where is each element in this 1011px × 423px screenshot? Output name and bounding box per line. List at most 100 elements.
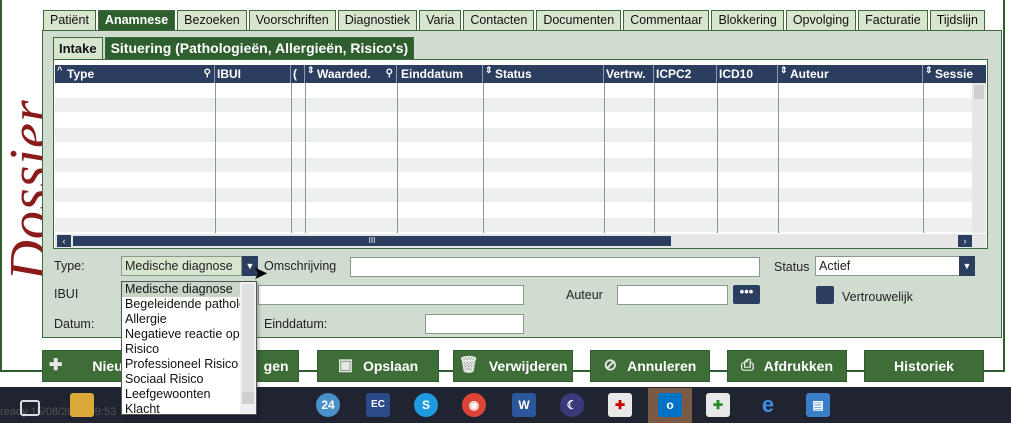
col-header-einddatum[interactable]: Einddatum: [397, 65, 483, 83]
col-label: Waarded.: [317, 67, 371, 81]
scroll-down-icon[interactable]: [242, 392, 254, 404]
tab-voorschriften[interactable]: Voorschriften: [248, 10, 336, 30]
subtab-situering[interactable]: Situering (Pathologieën, Allergieën, Ris…: [104, 37, 415, 59]
chevron-down-icon[interactable]: ▼: [959, 256, 975, 276]
einddatum-input[interactable]: [425, 314, 524, 334]
table-row[interactable]: [55, 218, 973, 233]
grid-vertical-scrollbar[interactable]: [972, 83, 986, 233]
search-icon[interactable]: ⚲: [386, 65, 393, 83]
skype-icon[interactable]: S: [414, 393, 438, 417]
table-row[interactable]: [55, 158, 973, 173]
tab-patient[interactable]: Patiënt: [43, 10, 96, 30]
medical-app-icon[interactable]: ✚: [608, 393, 632, 417]
col-header-waarded[interactable]: ⇕ Waarded. ⚲: [305, 65, 397, 83]
col-header-ibui[interactable]: IBUI: [215, 65, 291, 83]
tab-opvolging[interactable]: Opvolging: [785, 10, 857, 30]
dropdown-option[interactable]: Medische diagnose: [122, 282, 240, 297]
tab-varia[interactable]: Varia: [419, 10, 462, 30]
col-label: ICPC2: [656, 67, 692, 81]
dropdown-option[interactable]: Negatieve reactie op: [122, 327, 240, 342]
scroll-thumb[interactable]: [974, 85, 984, 99]
einddatum-label: Einddatum:: [264, 317, 328, 331]
table-row[interactable]: [55, 83, 973, 98]
status-select[interactable]: Actief: [815, 256, 960, 276]
tab-tijdslijn[interactable]: Tijdslijn: [929, 10, 985, 30]
chrome-icon[interactable]: ◉: [462, 393, 486, 417]
grid-body: [55, 83, 973, 233]
sort-up-icon: ^: [57, 65, 63, 75]
scroll-thumb[interactable]: III: [73, 236, 671, 246]
col-header-icpc2[interactable]: ICPC2: [654, 65, 717, 83]
table-row[interactable]: [55, 113, 973, 128]
task-view-icon[interactable]: [20, 400, 40, 416]
dropdown-scrollbar[interactable]: [240, 282, 256, 414]
annuleren-button[interactable]: ⊘ Annuleren: [590, 350, 710, 382]
tab-commentaar[interactable]: Commentaar: [623, 10, 710, 30]
subtab-intake[interactable]: Intake: [53, 37, 103, 59]
col-header-vertrw[interactable]: Vertrw.: [604, 65, 654, 83]
grid-horizontal-scrollbar[interactable]: ‹ III ›: [55, 234, 986, 248]
partial-button-label: gen: [263, 358, 289, 374]
dropdown-option[interactable]: Allergie: [122, 312, 240, 327]
contact-card-icon[interactable]: ▤: [806, 393, 830, 417]
col-header-type[interactable]: ^ Type ⚲: [55, 65, 215, 83]
column-divider: [717, 83, 718, 233]
grid-header: ^ Type ⚲ IBUI ( ⇕ Waarded. ⚲ Einddatum ⇕ Stat…: [55, 65, 986, 83]
col-header-sessie[interactable]: ⇕ Sessie: [923, 65, 986, 83]
omschrijving-input[interactable]: [350, 257, 760, 277]
calendar-icon[interactable]: 24: [316, 393, 340, 417]
dropdown-option[interactable]: Leefgewoonten: [122, 387, 240, 402]
historiek-button[interactable]: Historiek: [864, 350, 984, 382]
table-row[interactable]: [55, 173, 973, 188]
vertrouwelijk-label: Vertrouwelijk: [842, 290, 913, 304]
dropdown-option[interactable]: Begeleidende pathologie: [122, 297, 240, 312]
col-header-auteur[interactable]: ⇕ Auteur: [778, 65, 923, 83]
outlook-icon[interactable]: o: [658, 393, 682, 417]
table-row[interactable]: [55, 203, 973, 218]
search-icon[interactable]: ⚲: [204, 65, 211, 83]
tab-blokkering[interactable]: Blokkering: [711, 10, 784, 30]
dropdown-option[interactable]: Klacht: [122, 402, 240, 414]
column-divider: [305, 83, 306, 233]
table-row[interactable]: [55, 143, 973, 158]
tab-facturatie[interactable]: Facturatie: [858, 10, 928, 30]
column-divider: [483, 83, 484, 233]
col-header-extra[interactable]: (: [291, 65, 305, 83]
type-dropdown-list[interactable]: Medische diagnose Begeleidende pathologi…: [121, 281, 257, 415]
table-row[interactable]: [55, 188, 973, 203]
edge-icon[interactable]: e: [756, 393, 780, 417]
dropdown-option[interactable]: Risico: [122, 342, 240, 357]
scroll-thumb[interactable]: [242, 284, 254, 392]
tab-anamnese[interactable]: Anamnese: [97, 10, 176, 30]
medical-app-icon-2[interactable]: ✚: [706, 393, 730, 417]
tab-contacten[interactable]: Contacten: [463, 10, 535, 30]
word-icon[interactable]: W: [512, 393, 536, 417]
dropdown-option[interactable]: Sociaal Risico: [122, 372, 240, 387]
auteur-lookup-button[interactable]: •••: [733, 285, 760, 304]
table-row[interactable]: [55, 128, 973, 143]
vertrouwelijk-checkbox[interactable]: [816, 286, 834, 304]
verwijderen-button[interactable]: 🗑 Verwijderen: [453, 350, 573, 382]
col-header-status[interactable]: ⇕ Status: [483, 65, 604, 83]
trash-icon: 🗑: [458, 357, 479, 374]
ec-app-icon[interactable]: EC: [366, 393, 390, 417]
auteur-input[interactable]: [617, 285, 728, 305]
file-explorer-icon[interactable]: [70, 393, 94, 417]
type-label: Type:: [54, 259, 85, 273]
scroll-left-icon[interactable]: ‹: [57, 235, 71, 247]
tab-diagnostiek[interactable]: Diagnostiek: [337, 10, 418, 30]
tab-bezoeken[interactable]: Bezoeken: [177, 10, 247, 30]
opslaan-button-label: Opslaan: [362, 358, 419, 374]
type-select[interactable]: Medische diagnose: [121, 256, 242, 276]
scroll-right-icon[interactable]: ›: [958, 235, 972, 247]
app-crescent-icon[interactable]: ☾: [560, 393, 584, 417]
dropdown-option[interactable]: Professioneel Risico: [122, 357, 240, 372]
col-header-icd10[interactable]: ICD10: [717, 65, 778, 83]
ibui-input[interactable]: [258, 285, 524, 305]
tab-documenten[interactable]: Documenten: [536, 10, 622, 30]
table-row[interactable]: [55, 98, 973, 113]
opslaan-button[interactable]: ▣ Opslaan: [317, 350, 439, 382]
column-divider: [397, 83, 398, 233]
afdrukken-button[interactable]: ⎙ Afdrukken: [727, 350, 847, 382]
plus-icon: ✚: [49, 357, 63, 374]
